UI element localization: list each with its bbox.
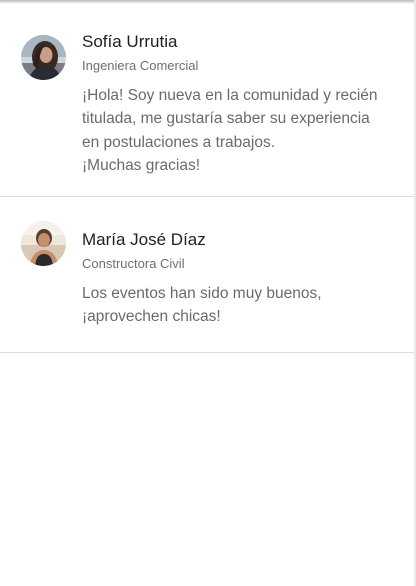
avatar[interactable] bbox=[21, 221, 66, 266]
message-line: Los eventos han sido muy buenos, bbox=[82, 285, 322, 302]
author-name[interactable]: Sofía Urrutia bbox=[82, 32, 177, 52]
author-role: Ingeniera Comercial bbox=[82, 58, 199, 73]
post-message: ¡Hola! Soy nueva en la comunidad y recié… bbox=[82, 84, 398, 177]
posts-feed: Sofía Urrutia Ingeniera Comercial ¡Hola!… bbox=[0, 0, 414, 353]
user-photo-avatar-icon bbox=[21, 35, 66, 80]
message-line: ¡Muchas gracias! bbox=[82, 156, 201, 174]
message-line: ¡aprovechen chicas! bbox=[82, 308, 221, 326]
message-line: en postulaciones a trabajos. bbox=[82, 133, 276, 151]
author-role: Constructora Civil bbox=[82, 256, 185, 271]
author-name[interactable]: María José Díaz bbox=[82, 230, 206, 250]
post-card[interactable]: María José Díaz Constructora Civil Los e… bbox=[0, 197, 414, 353]
message-line: ¡Hola! Soy nueva en la comunidad y recié… bbox=[82, 87, 378, 104]
post-card[interactable]: Sofía Urrutia Ingeniera Comercial ¡Hola!… bbox=[0, 0, 414, 197]
user-photo-avatar-icon bbox=[21, 221, 66, 266]
avatar[interactable] bbox=[21, 35, 66, 80]
message-line: titulada, me gustaría saber su experienc… bbox=[82, 110, 370, 128]
post-message: Los eventos han sido muy buenos, ¡aprove… bbox=[82, 282, 398, 329]
